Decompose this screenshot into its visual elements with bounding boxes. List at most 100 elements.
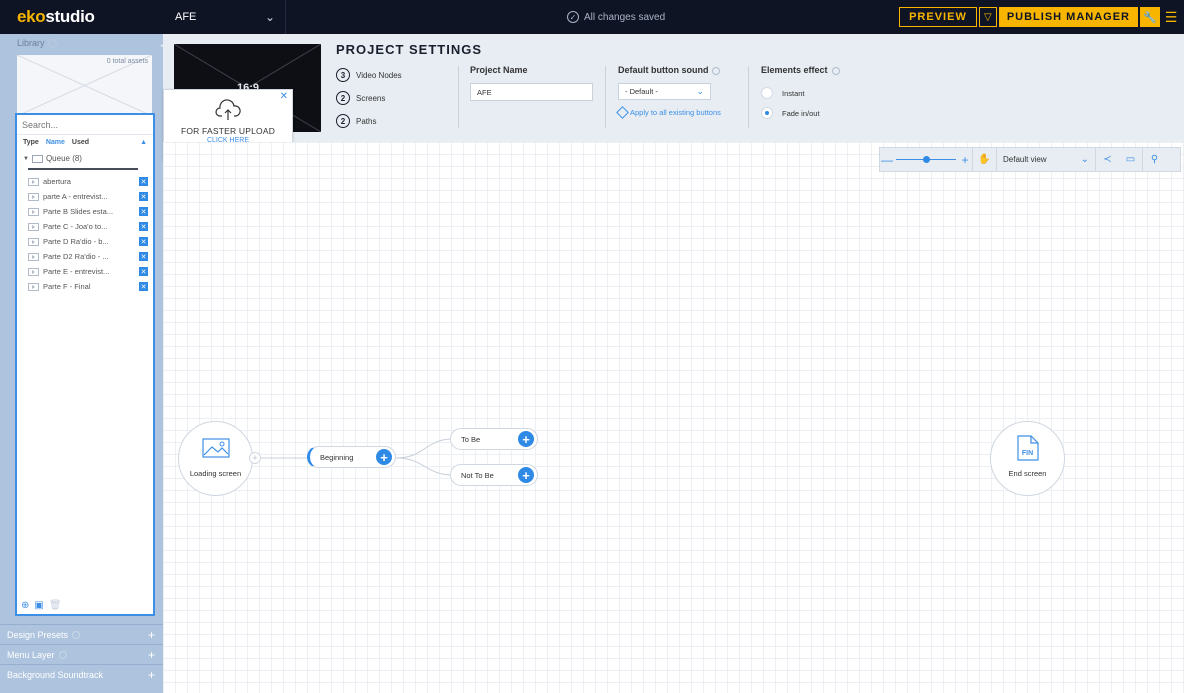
funnel-icon: ▽ bbox=[983, 11, 992, 23]
column-type[interactable]: Type bbox=[23, 139, 39, 146]
new-folder-icon[interactable]: ▣ bbox=[34, 600, 43, 611]
library-search bbox=[17, 115, 153, 135]
caret-down-icon: ▼ bbox=[23, 155, 29, 162]
add-child-node-button[interactable]: + bbox=[518, 431, 534, 447]
check-circle-icon: ✓ bbox=[567, 11, 579, 23]
list-item[interactable]: Parte C - Joa'o to... ✕ bbox=[17, 219, 153, 234]
save-status-text: All changes saved bbox=[584, 11, 666, 23]
radio-button-selected[interactable] bbox=[761, 107, 773, 119]
project-settings-panel: 16:9 PROJECT SETTINGS 3 Video Nodes 2 Sc… bbox=[163, 34, 1184, 142]
trash-icon[interactable]: 🗑 bbox=[49, 600, 62, 611]
column-name[interactable]: Name bbox=[46, 139, 65, 146]
loading-screen-node[interactable]: Loading screen bbox=[178, 421, 253, 496]
video-file-icon bbox=[28, 282, 39, 291]
expand-plus-icon[interactable]: + bbox=[148, 628, 155, 642]
asset-list: abertura ✕ parte A - entrevist... ✕ Parte … bbox=[17, 174, 153, 294]
expand-plus-icon[interactable]: + bbox=[148, 648, 155, 662]
remove-icon[interactable]: ✕ bbox=[139, 192, 148, 201]
image-icon bbox=[202, 438, 230, 458]
remove-icon[interactable]: ✕ bbox=[139, 252, 148, 261]
eko-studio-logo[interactable]: eko studio bbox=[0, 0, 160, 34]
divider bbox=[605, 66, 606, 128]
elements-effect-label: Elements effect bbox=[761, 65, 840, 75]
library-header: Library bbox=[0, 34, 163, 50]
node-connections bbox=[260, 438, 454, 476]
library-thumbnail: 0 total assets bbox=[17, 55, 152, 116]
stat-paths: 2 Paths bbox=[336, 114, 376, 128]
list-item[interactable]: parte A - entrevist... ✕ bbox=[17, 189, 153, 204]
remove-icon[interactable]: ✕ bbox=[139, 177, 148, 186]
publish-manager-button[interactable]: PUBLISH MANAGER bbox=[998, 7, 1138, 27]
project-dropdown[interactable]: AFE ⌄ bbox=[160, 0, 286, 34]
remove-icon[interactable]: ✕ bbox=[139, 207, 148, 216]
chevron-down-icon: ⌄ bbox=[696, 86, 704, 96]
cloud-upload-icon bbox=[215, 99, 241, 120]
remove-icon[interactable]: ✕ bbox=[139, 282, 148, 291]
top-bar: eko studio AFE ⌄ ✓ All changes saved PREV… bbox=[0, 0, 1184, 34]
column-used[interactable]: Used bbox=[72, 139, 89, 146]
remove-icon[interactable]: ✕ bbox=[139, 222, 148, 231]
list-item[interactable]: Parte E - entrevist... ✕ bbox=[17, 264, 153, 279]
wrench-button[interactable]: 🔧 bbox=[1140, 7, 1160, 27]
apply-to-all-buttons-link[interactable]: Apply to all existing buttons bbox=[616, 106, 721, 119]
help-icon[interactable] bbox=[47, 39, 57, 49]
add-child-node-button[interactable]: + bbox=[518, 467, 534, 483]
layers-icon bbox=[616, 106, 629, 119]
save-status: ✓ All changes saved bbox=[567, 0, 665, 34]
list-item[interactable]: Parte D2 Ra'dio - ... ✕ bbox=[17, 249, 153, 264]
video-file-icon bbox=[28, 252, 39, 261]
add-child-node-button[interactable]: + bbox=[376, 449, 392, 465]
fin-label: FIN bbox=[1021, 450, 1034, 457]
expand-plus-icon[interactable]: + bbox=[148, 668, 155, 682]
video-file-icon bbox=[28, 177, 39, 186]
help-icon[interactable] bbox=[712, 66, 721, 75]
wrench-icon: 🔧 bbox=[1143, 11, 1157, 24]
node-to-be[interactable]: To Be + bbox=[450, 428, 538, 450]
help-icon[interactable] bbox=[58, 651, 67, 660]
stat-video-nodes: 3 Video Nodes bbox=[336, 68, 402, 82]
close-icon[interactable]: ✕ bbox=[280, 91, 288, 102]
library-panel: Type Name Used ▲ ▼ Queue (8) abertura✕ p… bbox=[15, 113, 155, 616]
list-item[interactable]: Parte D Ra'dio - b... ✕ bbox=[17, 234, 153, 249]
radio-button[interactable] bbox=[761, 87, 773, 99]
upload-title: FOR FASTER UPLOAD bbox=[180, 126, 276, 136]
video-file-icon bbox=[28, 222, 39, 231]
hamburger-icon: ☰ bbox=[1164, 8, 1178, 25]
list-item[interactable]: Parte F - Final ✕ bbox=[17, 279, 153, 294]
menu-layer-section[interactable]: Menu Layer + bbox=[0, 644, 163, 664]
hamburger-menu-button[interactable]: ☰ bbox=[1162, 7, 1180, 27]
add-asset-icon[interactable]: ⊕ bbox=[21, 600, 29, 611]
project-name-input[interactable]: AFE bbox=[470, 83, 593, 101]
document-icon bbox=[1017, 435, 1039, 461]
default-button-sound-label: Default button sound bbox=[618, 65, 721, 75]
design-presets-section[interactable]: Design Presets + bbox=[0, 624, 163, 644]
project-name-label: Project Name bbox=[470, 65, 528, 75]
help-icon[interactable] bbox=[72, 631, 81, 640]
total-assets: 0 total assets bbox=[106, 58, 148, 65]
help-icon[interactable] bbox=[831, 66, 840, 75]
queue-folder[interactable]: ▼ Queue (8) bbox=[17, 150, 153, 167]
video-file-icon bbox=[28, 267, 39, 276]
remove-icon[interactable]: ✕ bbox=[139, 267, 148, 276]
list-item[interactable]: abertura ✕ bbox=[17, 174, 153, 189]
background-soundtrack-section[interactable]: Background Soundtrack + bbox=[0, 664, 163, 684]
preview-options-button[interactable]: ▽ bbox=[978, 7, 997, 27]
library-columns: Type Name Used ▲ bbox=[17, 135, 153, 150]
default-button-sound-select[interactable]: - Default - ⌄ bbox=[618, 83, 711, 100]
library-search-input[interactable] bbox=[22, 119, 148, 130]
node-beginning[interactable]: Beginning + bbox=[307, 446, 396, 468]
queue-label: Queue (8) bbox=[45, 154, 82, 163]
list-item[interactable]: Parte B Slides esta... ✕ bbox=[17, 204, 153, 219]
preview-button[interactable]: PREVIEW bbox=[899, 7, 977, 27]
video-file-icon bbox=[28, 192, 39, 201]
add-node-plus-icon[interactable]: + bbox=[249, 452, 261, 464]
sort-arrow-icon[interactable]: ▲ bbox=[140, 139, 147, 146]
effect-option-instant[interactable]: Instant bbox=[761, 87, 805, 99]
node-not-to-be[interactable]: Not To Be + bbox=[450, 464, 538, 486]
effect-option-fade[interactable]: Fade in/out bbox=[761, 107, 820, 119]
remove-icon[interactable]: ✕ bbox=[139, 237, 148, 246]
end-screen-node[interactable]: FIN End screen bbox=[990, 421, 1065, 496]
folder-icon bbox=[31, 154, 43, 163]
library-label: Library bbox=[17, 38, 45, 48]
story-canvas[interactable]: — + ✋ Default view ⌄ ≺ ▭ ⚲ Loading scree… bbox=[163, 142, 1184, 693]
